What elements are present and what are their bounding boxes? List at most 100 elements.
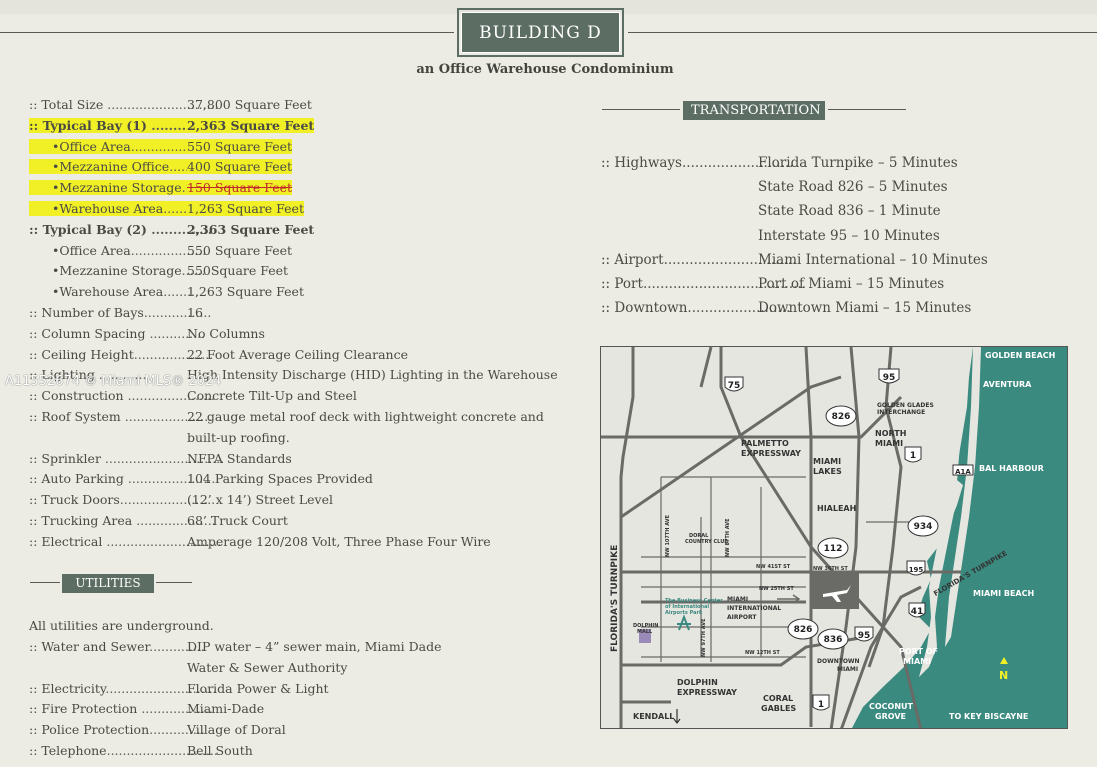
svg-text:MIAMI: MIAMI [813,457,841,466]
spec-row-value: 22 Foot Average Ceiling Clearance [187,346,408,362]
utility-row-value: Miami-Dade [187,701,265,717]
spec-row: :: Number of Bays................. 16 [29,305,549,320]
svg-text:MIAMI: MIAMI [875,439,903,448]
utilities-rule-left [30,582,60,583]
spec-row-value: Amperage 120/208 Volt, Three Phase Four … [187,533,491,549]
utility-row-label: :: Fire Protection [29,701,142,717]
svg-text:NW 87TH AVE: NW 87TH AVE [725,518,731,557]
spec-row: :: Construction ...................... Co… [29,388,549,403]
svg-text:Airports Park: Airports Park [665,610,703,616]
svg-text:COCONUT: COCONUT [869,702,914,711]
svg-text:DOWNTOWN: DOWNTOWN [817,658,860,665]
watermark: A11552674 © Miami MLS® 2024 [5,374,222,389]
transport-row: :: Highways.......................... Flo… [601,155,1097,171]
transport-row-value: Miami International – 10 Minutes [758,251,988,268]
spec-row-label: :: Sprinkler [29,450,105,466]
utility-row: :: Police Protection.............. Villag… [29,722,549,737]
utility-row: :: Electricity..........................… [29,681,549,696]
spec-row-value: built-up roofing. [187,429,290,445]
svg-text:BAL HARBOUR: BAL HARBOUR [979,464,1044,473]
svg-text:MIAMI: MIAMI [727,596,748,603]
spec-row: •Office Area................... 550 Squar… [29,138,549,154]
transport-row: :: Downtown........................ Downt… [601,300,1097,316]
spec-row: :: Truck Doors........................ (1… [29,492,549,507]
svg-text:41: 41 [911,607,924,617]
spec-row-value: 68’ Truck Court [187,513,288,528]
spec-row: :: Sprinkler ...........................… [29,451,549,466]
spec-row-label: :: Trucking Area [29,513,137,528]
spec-row-label: •Office Area [52,138,131,154]
spec-row-value: 104 Parking Spaces Provided [187,471,373,487]
svg-text:MALL: MALL [637,629,653,635]
spec-row: •Office Area................... 550 Squar… [29,243,549,258]
north-label: N [999,669,1008,682]
utility-row-label: :: Water and Sewer [29,639,150,654]
spec-row-label: :: Truck Doors [29,492,120,508]
spec-row-label: :: Ceiling Height [29,346,134,362]
spec-row-label: :: Typical Bay (1) [29,117,152,133]
spec-row-label: :: Construction [29,388,128,404]
svg-text:AIRPORT: AIRPORT [727,614,757,621]
spec-row-label: :: Column Spacing [29,325,150,341]
spec-row-value: 550 Square Feet [187,242,293,258]
transport-row: State Road 826 – 5 Minutes [601,179,1097,195]
spec-row-value: 16 [187,305,203,320]
spec-row-label: :: Auto Parking [29,471,128,487]
svg-text:AVENTURA: AVENTURA [983,380,1032,389]
spec-row: :: Typical Bay (2) .............. 2,363 S… [29,222,549,237]
spec-row: •Mezzanine Storage......150 Square Feet [29,180,549,196]
svg-text:GROVE: GROVE [875,712,906,721]
utility-row-value: Water & Sewer Authority [187,659,348,675]
subtitle: an Office Warehouse Condominium [416,62,674,77]
svg-text:NW 97TH AVE: NW 97TH AVE [701,618,707,657]
transport-row-label: :: Highways [601,155,682,171]
spec-row-label: •Warehouse Area [52,201,164,216]
utility-row: Water & Sewer Authority [29,660,549,675]
transport-row-value: Downtown Miami – 15 Minutes [758,300,972,317]
utility-row-label: :: Police Protection [29,722,150,738]
svg-text:1: 1 [910,451,916,461]
airport-box [811,573,859,609]
utilities-rule-right [156,582,192,583]
svg-text:INTERNATIONAL: INTERNATIONAL [727,605,781,612]
spec-row-value: Concrete Tilt-Up and Steel [187,388,357,404]
svg-text:NW 41ST ST: NW 41ST ST [756,564,791,570]
transport-row: Interstate 95 – 10 Minutes [601,228,1097,244]
spec-row: :: Typical Bay (1) ............... 2,363 … [29,117,549,133]
transport-row: State Road 836 – 1 Minute [601,203,1097,219]
svg-text:CORAL: CORAL [763,694,793,703]
svg-text:75: 75 [728,381,741,391]
spec-row: :: Trucking Area .................... 68’… [29,513,549,528]
svg-text:EXPRESSWAY: EXPRESSWAY [741,449,801,458]
svg-text:NW 36TH ST: NW 36TH ST [813,566,848,572]
svg-text:195: 195 [909,566,924,574]
spec-row-value: 2,363 Square Feet [187,117,315,133]
location-map: 75 95 826 1 A1A 934 112 195 41 826 836 9… [600,346,1068,729]
transportation-title: TRANSPORTATION [683,101,825,120]
transport-row-value: Port of Miami – 15 Minutes [758,276,945,292]
spec-row-value: 1,263 Square Feet [187,284,304,300]
spec-row: •Warehouse Area......... 1,263 Square Fee… [29,284,549,299]
svg-text:HIALEAH: HIALEAH [817,504,856,513]
spec-row-label: :: Total Size [29,97,108,112]
svg-text:NW 107TH AVE: NW 107TH AVE [665,514,671,557]
svg-text:GOLDEN BEACH: GOLDEN BEACH [985,351,1055,360]
spec-row-value: (12’ x 14’) Street Level [187,492,333,508]
utilities-intro: All utilities are underground. [29,618,214,633]
spec-row-value: NFPA Standards [187,450,292,466]
svg-text:NW 25TH ST: NW 25TH ST [759,586,794,592]
header-rule-right [628,32,1097,33]
spec-row: :: Column Spacing .............. No Colum… [29,326,549,341]
svg-text:95: 95 [858,631,871,641]
spec-row-label: :: Electrical [29,533,107,549]
svg-text:1: 1 [818,700,824,710]
spec-row-value: 150 Square Feet [187,180,293,196]
svg-text:EXPRESSWAY: EXPRESSWAY [677,688,737,697]
svg-text:MIAMI: MIAMI [837,666,858,673]
svg-text:112: 112 [824,544,843,554]
spec-row: •Warehouse Area......... 1,263 Square Fee… [29,201,549,216]
map-svg: 75 95 826 1 A1A 934 112 195 41 826 836 9… [601,347,1067,728]
svg-text:826: 826 [794,625,813,635]
utility-row-value: Village of Doral [187,722,286,738]
header-rule-left [0,32,454,33]
